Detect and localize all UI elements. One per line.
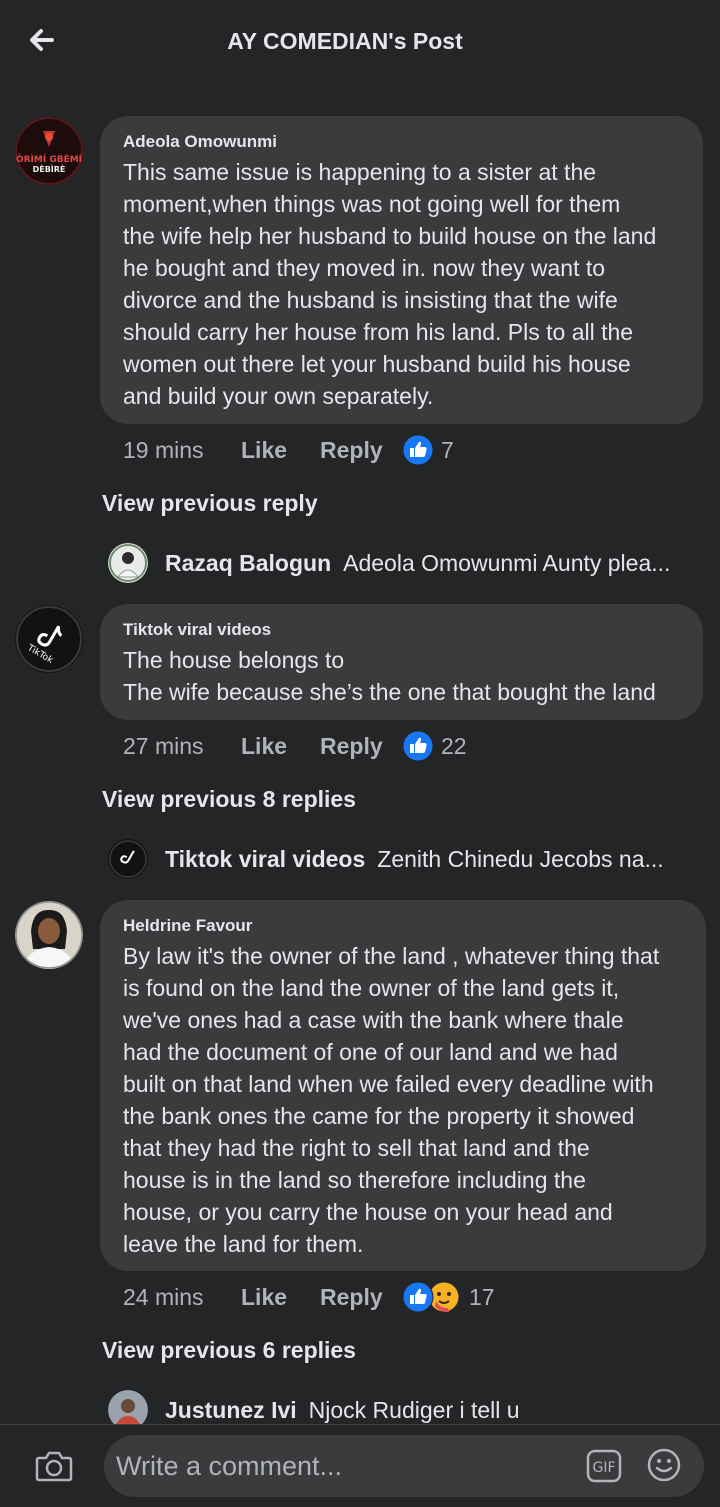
comment-line: the bank ones the came for the property … bbox=[123, 1103, 635, 1129]
avatar-image bbox=[108, 543, 148, 583]
reply-text: Adeola Omowunmi Aunty plea... bbox=[343, 549, 671, 576]
comment-line: divorce and the husband is insisting tha… bbox=[123, 287, 618, 313]
comment-line: By law it's the owner of the land , what… bbox=[123, 943, 660, 969]
like-button[interactable]: Like bbox=[241, 437, 320, 464]
comment-line: should carry her house from his land. Pl… bbox=[123, 319, 634, 345]
reply-button[interactable]: Reply bbox=[320, 1284, 402, 1311]
reactions[interactable]: 7 bbox=[402, 434, 454, 466]
comment-line: house, or you carry the house on your he… bbox=[123, 1199, 613, 1225]
hug-reaction-icon bbox=[428, 1281, 460, 1313]
comment-author[interactable]: Tiktok viral videos bbox=[123, 620, 681, 640]
comment-input-placeholder: Write a comment... bbox=[116, 1451, 343, 1481]
comment-time: 24 mins bbox=[123, 1283, 204, 1310]
gif-icon[interactable]: GIF bbox=[586, 1449, 622, 1483]
view-previous-replies[interactable]: View previous reply bbox=[102, 490, 318, 517]
avatar-image: TikTok bbox=[15, 605, 83, 673]
reply-text: Njock Rudiger i tell u bbox=[308, 1396, 520, 1423]
top-bar: AY COMEDIAN's Post bbox=[0, 0, 720, 84]
reply-button[interactable]: Reply bbox=[320, 733, 402, 760]
reply-avatar bbox=[108, 839, 148, 879]
comment-time: 27 mins bbox=[123, 732, 204, 759]
avatar-heldrine[interactable] bbox=[15, 901, 83, 969]
comment-input[interactable]: Write a comment... GIF bbox=[104, 1435, 704, 1497]
view-previous-replies[interactable]: View previous 8 replies bbox=[102, 786, 356, 813]
comment-line: and build your own separately. bbox=[123, 383, 434, 409]
comment-bubble[interactable]: Tiktok viral videos The house belongs to… bbox=[100, 604, 703, 720]
like-button[interactable]: Like bbox=[241, 733, 320, 760]
like-button[interactable]: Like bbox=[241, 1284, 320, 1311]
comment-text: By law it's the owner of the land , what… bbox=[123, 940, 684, 1260]
reply-author[interactable]: Justunez Ivi bbox=[165, 1397, 297, 1424]
comment-line: that they had the right to sell that lan… bbox=[123, 1135, 590, 1161]
reactions[interactable]: 17 bbox=[402, 1281, 495, 1313]
reaction-count: 17 bbox=[469, 1283, 495, 1310]
comment-bubble[interactable]: Heldrine Favour By law it's the owner of… bbox=[100, 900, 706, 1271]
comment-author[interactable]: Heldrine Favour bbox=[123, 916, 684, 936]
avatar-text-2: DÈBÌRÈ bbox=[33, 163, 66, 174]
like-reaction-icon bbox=[402, 434, 434, 466]
comment-line: women out there let your husband build h… bbox=[123, 351, 631, 377]
gif-label: GIF bbox=[592, 1460, 615, 1476]
comment-bubble[interactable]: Adeola Omowunmi This same issue is happe… bbox=[100, 116, 703, 424]
comment-meta: 27 mins Like Reply 22 bbox=[123, 728, 467, 764]
comment-meta: 19 mins Like Reply 7 bbox=[123, 432, 454, 468]
comment-line: house is in the land so therefore includ… bbox=[123, 1167, 586, 1193]
reaction-count: 7 bbox=[441, 436, 454, 463]
comment-line: is found on the land the owner of the la… bbox=[123, 975, 620, 1001]
reply-author[interactable]: Tiktok viral videos bbox=[165, 846, 365, 873]
reactions[interactable]: 22 bbox=[402, 730, 467, 762]
reply-avatar bbox=[108, 543, 148, 583]
comment-line: The house belongs to bbox=[123, 647, 345, 673]
comment-line: moment,when things was not going well fo… bbox=[123, 191, 621, 217]
emoji-icon[interactable] bbox=[646, 1447, 682, 1483]
reaction-count: 22 bbox=[441, 732, 467, 759]
comment-text: This same issue is happening to a sister… bbox=[123, 156, 681, 412]
comment-line: had the document of one of our land and … bbox=[123, 1039, 618, 1065]
like-reaction-icon bbox=[402, 1281, 434, 1313]
avatar-image bbox=[15, 901, 83, 969]
reply-text: Zenith Chinedu Jecobs na... bbox=[377, 845, 664, 872]
avatar-text-1: ÒRÌMÍ GBÉMÍ bbox=[16, 153, 83, 165]
like-reaction-icon bbox=[402, 730, 434, 762]
comment-line: he bought and they moved in. now they wa… bbox=[123, 255, 606, 281]
view-previous-replies[interactable]: View previous 6 replies bbox=[102, 1337, 356, 1364]
comment-text: The house belongs to The wife because sh… bbox=[123, 644, 681, 708]
camera-icon[interactable] bbox=[34, 1446, 74, 1486]
comment-line: we've ones had a case with the bank wher… bbox=[123, 1007, 624, 1033]
reply-button[interactable]: Reply bbox=[320, 437, 402, 464]
reply-preview[interactable]: Razaq Balogun Adeola Omowunmi Aunty plea… bbox=[108, 543, 698, 583]
reactions-icons bbox=[402, 1281, 460, 1313]
comment-line: built on that land when we failed every … bbox=[123, 1071, 654, 1097]
comment-line: the wife help her husband to build house… bbox=[123, 223, 657, 249]
avatar-image: ÒRÌMÍ GBÉMÍ DÈBÌRÈ bbox=[15, 117, 83, 185]
comment-composer-bar: Write a comment... GIF bbox=[0, 1424, 720, 1507]
comment-meta: 24 mins Like Reply 17 bbox=[123, 1279, 495, 1315]
comment-author[interactable]: Adeola Omowunmi bbox=[123, 132, 681, 152]
avatar-adeola[interactable]: ÒRÌMÍ GBÉMÍ DÈBÌRÈ bbox=[15, 117, 83, 185]
avatar-image bbox=[108, 839, 148, 879]
page-title: AY COMEDIAN's Post bbox=[227, 28, 463, 54]
comment-line: The wife because she’s the one that boug… bbox=[123, 679, 656, 705]
comment-time: 19 mins bbox=[123, 436, 204, 463]
comment-line: This same issue is happening to a sister… bbox=[123, 159, 597, 185]
avatar-tiktok[interactable]: TikTok bbox=[15, 605, 83, 673]
reply-author[interactable]: Razaq Balogun bbox=[165, 550, 331, 577]
reply-preview[interactable]: Tiktok viral videos Zenith Chinedu Jecob… bbox=[108, 839, 698, 879]
comment-line: leave the land for them. bbox=[123, 1231, 364, 1257]
